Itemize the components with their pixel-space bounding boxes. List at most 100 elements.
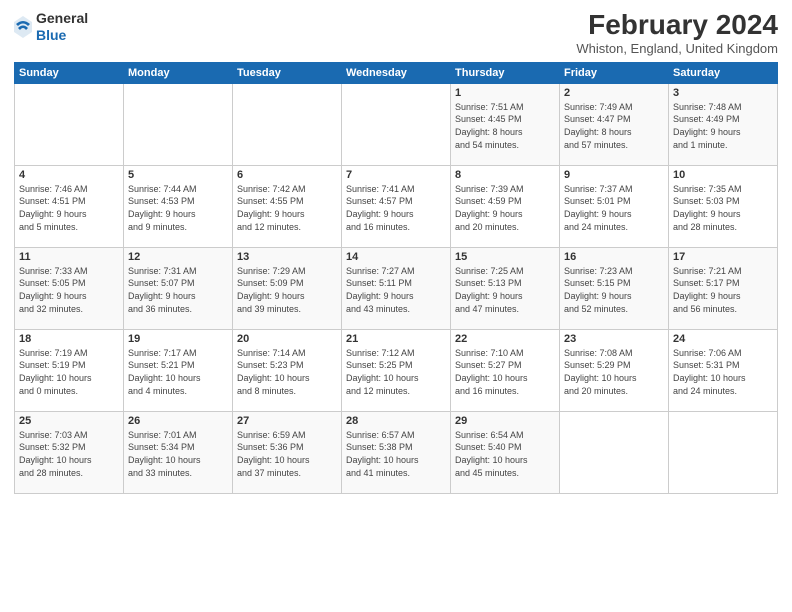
cell-week5-day2: 27 Sunrise: 6:59 AM Sunset: 5:36 PM Dayli…	[233, 411, 342, 493]
day-number: 3	[673, 87, 773, 99]
day-info: Sunrise: 7:46 AM Sunset: 4:51 PM Dayligh…	[19, 183, 119, 233]
day-number: 7	[346, 169, 446, 181]
day-info: Sunrise: 7:12 AM Sunset: 5:25 PM Dayligh…	[346, 347, 446, 397]
day-number: 6	[237, 169, 337, 181]
cell-week2-day1: 5Sunrise: 7:44 AM Sunset: 4:53 PM Daylig…	[124, 165, 233, 247]
col-monday: Monday	[124, 62, 233, 83]
logo-blue: Blue	[36, 27, 88, 44]
calendar-table: Sunday Monday Tuesday Wednesday Thursday…	[14, 62, 778, 494]
day-number: 2	[564, 87, 664, 99]
week-row-3: 11 Sunrise: 7:33 AM Sunset: 5:05 PM Dayli…	[15, 247, 778, 329]
day-info: Sunrise: 6:57 AM Sunset: 5:38 PM Dayligh…	[346, 429, 446, 479]
day-info: Sunrise: 7:21 AM Sunset: 5:17 PM Dayligh…	[673, 265, 773, 315]
day-number: 1	[455, 87, 555, 99]
cell-week2-day5: 9 Sunrise: 7:37 AM Sunset: 5:01 PM Daylig…	[560, 165, 669, 247]
logo-icon	[14, 16, 32, 38]
calendar-header-row: Sunday Monday Tuesday Wednesday Thursday…	[15, 62, 778, 83]
page: General Blue February 2024 Whiston, Engl…	[0, 0, 792, 612]
day-info: Sunrise: 7:25 AM Sunset: 5:13 PM Dayligh…	[455, 265, 555, 315]
day-info: Sunrise: 7:17 AM Sunset: 5:21 PM Dayligh…	[128, 347, 228, 397]
cell-week3-day1: 12Sunrise: 7:31 AM Sunset: 5:07 PM Dayli…	[124, 247, 233, 329]
day-info: Sunrise: 7:01 AM Sunset: 5:34 PM Dayligh…	[128, 429, 228, 479]
cell-week4-day1: 19 Sunrise: 7:17 AM Sunset: 5:21 PM Dayli…	[124, 329, 233, 411]
day-number: 28	[346, 415, 446, 427]
day-number: 26	[128, 415, 228, 427]
cell-week2-day2: 6 Sunrise: 7:42 AM Sunset: 4:55 PM Daylig…	[233, 165, 342, 247]
col-friday: Friday	[560, 62, 669, 83]
day-info: Sunrise: 6:59 AM Sunset: 5:36 PM Dayligh…	[237, 429, 337, 479]
title-block: February 2024 Whiston, England, United K…	[576, 10, 778, 56]
cell-week3-day0: 11 Sunrise: 7:33 AM Sunset: 5:05 PM Dayli…	[15, 247, 124, 329]
col-sunday: Sunday	[15, 62, 124, 83]
day-info: Sunrise: 7:49 AM Sunset: 4:47 PM Dayligh…	[564, 101, 664, 151]
cell-week3-day3: 14 Sunrise: 7:27 AM Sunset: 5:11 PM Dayli…	[342, 247, 451, 329]
day-number: 16	[564, 251, 664, 263]
day-number: 27	[237, 415, 337, 427]
day-info: Sunrise: 7:42 AM Sunset: 4:55 PM Dayligh…	[237, 183, 337, 233]
day-number: 18	[19, 333, 119, 345]
col-thursday: Thursday	[451, 62, 560, 83]
day-number: 20	[237, 333, 337, 345]
cell-week4-day0: 18 Sunrise: 7:19 AM Sunset: 5:19 PM Dayli…	[15, 329, 124, 411]
day-info: Sunrise: 7:10 AM Sunset: 5:27 PM Dayligh…	[455, 347, 555, 397]
calendar-subtitle: Whiston, England, United Kingdom	[576, 41, 778, 56]
day-info: Sunrise: 7:44 AM Sunset: 4:53 PM Dayligh…	[128, 183, 228, 233]
calendar-title: February 2024	[576, 10, 778, 41]
cell-week5-day0: 25Sunrise: 7:03 AM Sunset: 5:32 PM Dayli…	[15, 411, 124, 493]
cell-week2-day0: 4 Sunrise: 7:46 AM Sunset: 4:51 PM Daylig…	[15, 165, 124, 247]
week-row-1: 1 Sunrise: 7:51 AM Sunset: 4:45 PM Daylig…	[15, 83, 778, 165]
day-info: Sunrise: 7:33 AM Sunset: 5:05 PM Dayligh…	[19, 265, 119, 315]
day-number: 15	[455, 251, 555, 263]
day-number: 24	[673, 333, 773, 345]
day-info: Sunrise: 7:39 AM Sunset: 4:59 PM Dayligh…	[455, 183, 555, 233]
week-row-4: 18 Sunrise: 7:19 AM Sunset: 5:19 PM Dayli…	[15, 329, 778, 411]
week-row-5: 25Sunrise: 7:03 AM Sunset: 5:32 PM Dayli…	[15, 411, 778, 493]
cell-week3-day2: 13Sunrise: 7:29 AM Sunset: 5:09 PM Dayli…	[233, 247, 342, 329]
cell-week1-day4: 1 Sunrise: 7:51 AM Sunset: 4:45 PM Daylig…	[451, 83, 560, 165]
day-number: 8	[455, 169, 555, 181]
cell-week3-day6: 17 Sunrise: 7:21 AM Sunset: 5:17 PM Dayli…	[669, 247, 778, 329]
cell-week2-day3: 7 Sunrise: 7:41 AM Sunset: 4:57 PM Daylig…	[342, 165, 451, 247]
day-info: Sunrise: 7:08 AM Sunset: 5:29 PM Dayligh…	[564, 347, 664, 397]
cell-week2-day4: 8 Sunrise: 7:39 AM Sunset: 4:59 PM Daylig…	[451, 165, 560, 247]
day-number: 14	[346, 251, 446, 263]
cell-week1-day5: 2 Sunrise: 7:49 AM Sunset: 4:47 PM Daylig…	[560, 83, 669, 165]
day-info: Sunrise: 7:14 AM Sunset: 5:23 PM Dayligh…	[237, 347, 337, 397]
cell-week3-day4: 15 Sunrise: 7:25 AM Sunset: 5:13 PM Dayli…	[451, 247, 560, 329]
header: General Blue February 2024 Whiston, Engl…	[14, 10, 778, 56]
day-info: Sunrise: 7:03 AM Sunset: 5:32 PM Dayligh…	[19, 429, 119, 479]
cell-week2-day6: 10 Sunrise: 7:35 AM Sunset: 5:03 PM Dayli…	[669, 165, 778, 247]
day-number: 13	[237, 251, 337, 263]
day-info: Sunrise: 7:51 AM Sunset: 4:45 PM Dayligh…	[455, 101, 555, 151]
cell-week1-day2	[233, 83, 342, 165]
day-number: 11	[19, 251, 119, 263]
day-info: Sunrise: 7:37 AM Sunset: 5:01 PM Dayligh…	[564, 183, 664, 233]
cell-week1-day0	[15, 83, 124, 165]
day-number: 4	[19, 169, 119, 181]
cell-week4-day3: 21 Sunrise: 7:12 AM Sunset: 5:25 PM Dayli…	[342, 329, 451, 411]
cell-week1-day6: 3 Sunrise: 7:48 AM Sunset: 4:49 PM Daylig…	[669, 83, 778, 165]
day-number: 12	[128, 251, 228, 263]
day-number: 10	[673, 169, 773, 181]
day-info: Sunrise: 7:23 AM Sunset: 5:15 PM Dayligh…	[564, 265, 664, 315]
day-info: Sunrise: 7:48 AM Sunset: 4:49 PM Dayligh…	[673, 101, 773, 151]
day-number: 29	[455, 415, 555, 427]
cell-week5-day6	[669, 411, 778, 493]
cell-week4-day5: 23Sunrise: 7:08 AM Sunset: 5:29 PM Dayli…	[560, 329, 669, 411]
cell-week3-day5: 16 Sunrise: 7:23 AM Sunset: 5:15 PM Dayli…	[560, 247, 669, 329]
cell-week5-day5	[560, 411, 669, 493]
day-info: Sunrise: 7:35 AM Sunset: 5:03 PM Dayligh…	[673, 183, 773, 233]
logo: General Blue	[14, 10, 88, 44]
day-info: Sunrise: 7:41 AM Sunset: 4:57 PM Dayligh…	[346, 183, 446, 233]
day-number: 21	[346, 333, 446, 345]
day-number: 9	[564, 169, 664, 181]
day-number: 17	[673, 251, 773, 263]
day-info: Sunrise: 7:19 AM Sunset: 5:19 PM Dayligh…	[19, 347, 119, 397]
col-tuesday: Tuesday	[233, 62, 342, 83]
cell-week5-day4: 29Sunrise: 6:54 AM Sunset: 5:40 PM Dayli…	[451, 411, 560, 493]
day-number: 22	[455, 333, 555, 345]
day-info: Sunrise: 7:06 AM Sunset: 5:31 PM Dayligh…	[673, 347, 773, 397]
day-info: Sunrise: 7:27 AM Sunset: 5:11 PM Dayligh…	[346, 265, 446, 315]
day-number: 19	[128, 333, 228, 345]
col-wednesday: Wednesday	[342, 62, 451, 83]
